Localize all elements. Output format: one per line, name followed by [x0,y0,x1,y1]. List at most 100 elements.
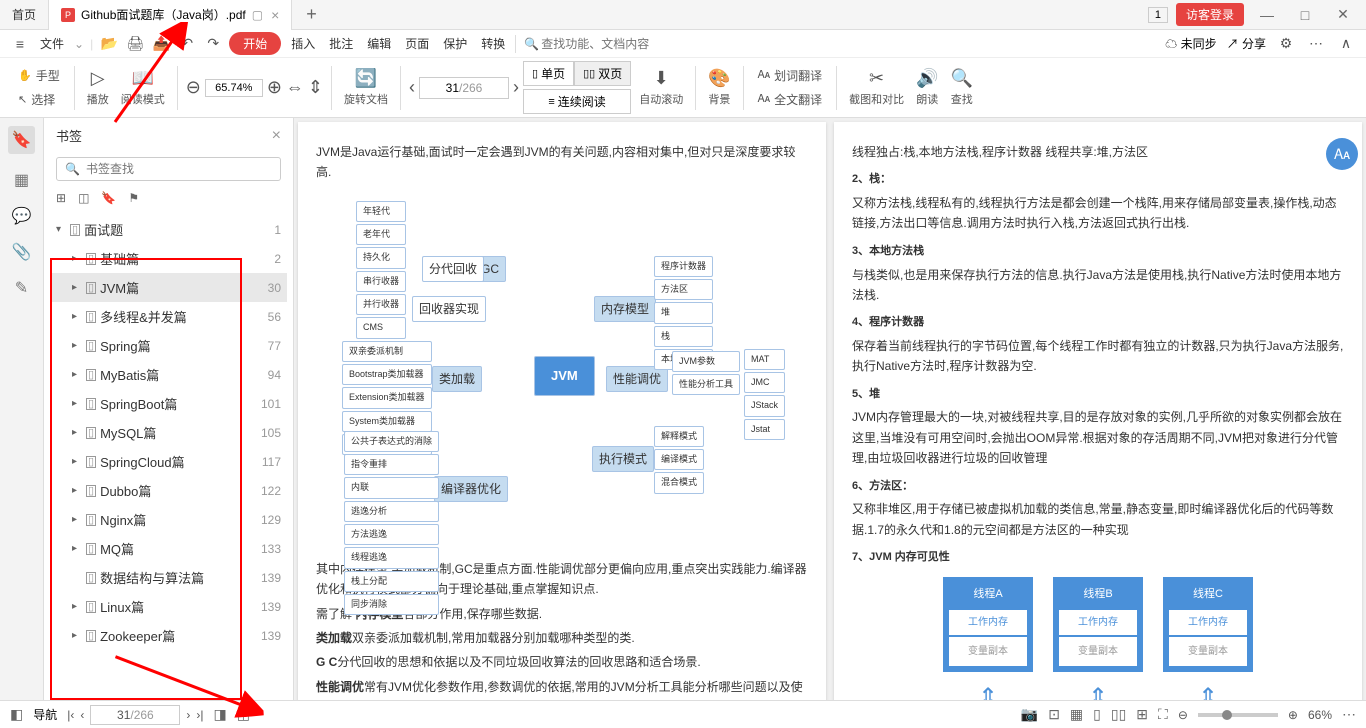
menu-icon[interactable]: ≡ [10,36,30,52]
review-menu[interactable]: 批注 [325,35,357,52]
more-icon[interactable]: ⋯ [1306,35,1326,52]
bookmark-item[interactable]: ▸▯JVM篇30 [50,273,287,302]
zoom-level[interactable]: 65.74% [205,79,263,97]
bookmark-item[interactable]: ▸▯Zookeeper篇139 [50,621,287,650]
bookmark-item[interactable]: ▸▯MyBatis篇94 [50,360,287,389]
bookmark-tab-icon[interactable]: 🔖 [8,126,36,154]
comment-tab-icon[interactable]: 💬 [12,206,32,226]
login-button[interactable]: 访客登录 [1176,3,1244,26]
bookmark-item[interactable]: ▸▯多线程&并发篇56 [50,302,287,331]
autoscroll-button[interactable]: ⬇自动滚动 [635,68,687,107]
attachment-tab-icon[interactable]: 📎 [12,242,32,262]
sidebar-close-icon[interactable]: × [272,127,281,145]
bookmark-item[interactable]: ▸▯SpringBoot篇101 [50,389,287,418]
bookmark-item[interactable]: ▸▯Linux篇139 [50,592,287,621]
bookmark-item[interactable]: ▸▯基础篇2 [50,244,287,273]
play-button[interactable]: ▷播放 [83,68,113,107]
add-tab-button[interactable]: + [292,4,331,25]
zoom-slider[interactable] [1198,713,1278,717]
double-page-button[interactable]: ▯▯双页 [574,61,631,86]
protect-menu[interactable]: 保护 [439,35,471,52]
page-menu[interactable]: 页面 [401,35,433,52]
single-page-button[interactable]: ▯单页 [523,61,574,86]
hand-tool[interactable]: ✋手型 [12,65,66,86]
full-translate[interactable]: 🗛全文翻译 [752,89,828,110]
bookmark-item[interactable]: ▸▯Nginx篇129 [50,505,287,534]
screenshot-button[interactable]: ✂截图和对比 [845,68,908,107]
bookmark-item[interactable]: ▸▯SpringCloud篇117 [50,447,287,476]
page-number-input[interactable]: 31/266 [419,77,509,99]
next-page-icon[interactable]: › [513,77,519,98]
bookmark-item[interactable]: ▸▯MQ篇133 [50,534,287,563]
bookmark-search-input[interactable] [86,162,272,176]
thumbnail-tab-icon[interactable]: ▦ [14,170,29,190]
continuous-button[interactable]: ≡ 连续阅读 [523,89,631,114]
zoom-in-icon[interactable]: ⊕ [267,77,282,98]
add-bookmark-icon[interactable]: ⊞ [56,191,66,205]
read-aloud-button[interactable]: 🔊朗读 [912,68,942,107]
zoom-in-icon[interactable]: ⊕ [1288,708,1298,722]
window-count[interactable]: 1 [1148,7,1168,23]
fit-page-icon[interactable]: ⇕ [308,77,323,98]
last-page-icon[interactable]: ›| [196,708,203,722]
print-icon[interactable]: 🖨 [125,35,145,52]
maximize-icon[interactable]: □ [1290,7,1320,23]
layout-icon-1[interactable]: ◨ [214,706,227,723]
redo-icon[interactable]: ↷ [203,35,223,52]
share-button[interactable]: ↗ 分享 [1227,35,1266,52]
fullscreen-icon[interactable]: ⛶ [1158,706,1168,723]
search-box[interactable]: 🔍 [515,35,679,53]
close-window-icon[interactable]: ✕ [1328,6,1358,23]
insert-menu[interactable]: 插入 [287,35,319,52]
tab-document[interactable]: P Github面试题库（Java岗）.pdf ▢ × [49,0,292,30]
bookmark-item[interactable]: ▸▯Dubbo篇122 [50,476,287,505]
fit-icon[interactable]: ⊡ [1048,706,1060,723]
search-input[interactable] [539,35,679,53]
double-view-icon[interactable]: ▯▯ [1111,706,1126,723]
read-mode-button[interactable]: 📖阅读模式 [117,68,169,107]
nav-toggle-icon[interactable]: ◧ [10,706,23,723]
minimize-icon[interactable]: — [1252,7,1282,23]
zoom-out-icon[interactable]: ⊖ [186,77,201,98]
select-tool[interactable]: ↖选择 [12,89,66,110]
window-icon[interactable]: ▢ [252,8,263,22]
bookmark-icon[interactable]: 🔖 [101,191,116,205]
close-tab-icon[interactable]: × [271,7,279,23]
prev-page-icon[interactable]: ‹ [80,708,84,722]
find-button[interactable]: 🔍查找 [947,68,977,107]
bookmark-item[interactable]: ▸▯Spring篇77 [50,331,287,360]
export-icon[interactable]: 📤 [151,35,171,52]
screenshot-icon[interactable]: 📷 [1021,706,1038,723]
bookmark-item[interactable]: ▯数据结构与算法篇139 [50,563,287,592]
next-page-icon[interactable]: › [186,708,190,722]
undo-icon[interactable]: ↶ [177,35,197,52]
zoom-percent[interactable]: 66% [1308,708,1332,722]
collapse-icon[interactable]: ◫ [78,191,89,205]
more-icon[interactable]: ⋯ [1342,706,1356,723]
start-menu[interactable]: 开始 [229,32,281,55]
bookmark-item[interactable]: ▾▯面试题1 [50,215,287,244]
rotate-button[interactable]: 🔄旋转文档 [340,68,392,107]
sync-status[interactable]: ☁ 未同步 [1165,35,1216,52]
prev-page-icon[interactable]: ‹ [409,77,415,98]
bookmark-item[interactable]: ▸▯MySQL篇105 [50,418,287,447]
settings-icon[interactable]: ⚙ [1276,35,1296,52]
signature-tab-icon[interactable]: ✎ [15,278,28,298]
single-view-icon[interactable]: ▯ [1093,706,1101,723]
convert-menu[interactable]: 转换 [477,35,509,52]
view-mode-icon[interactable]: ▦ [1070,706,1083,723]
status-page-input[interactable]: 31/266 [90,705,180,725]
grid-view-icon[interactable]: ⊞ [1136,706,1148,723]
fit-width-icon[interactable]: ⇔ [286,77,304,98]
zoom-out-icon[interactable]: ⊖ [1178,708,1188,722]
word-translate[interactable]: 🗛划词翻译 [752,65,828,86]
tab-home[interactable]: 首页 [0,0,49,30]
expand-icon[interactable]: ∧ [1336,35,1356,52]
edit-menu[interactable]: 编辑 [363,35,395,52]
file-menu[interactable]: 文件 [36,35,68,52]
open-icon[interactable]: 📂 [99,35,119,52]
first-page-icon[interactable]: |‹ [67,708,74,722]
flag-icon[interactable]: ⚑ [128,191,139,205]
background-button[interactable]: 🎨背景 [704,68,734,107]
layout-icon-2[interactable]: ◫ [237,706,250,723]
